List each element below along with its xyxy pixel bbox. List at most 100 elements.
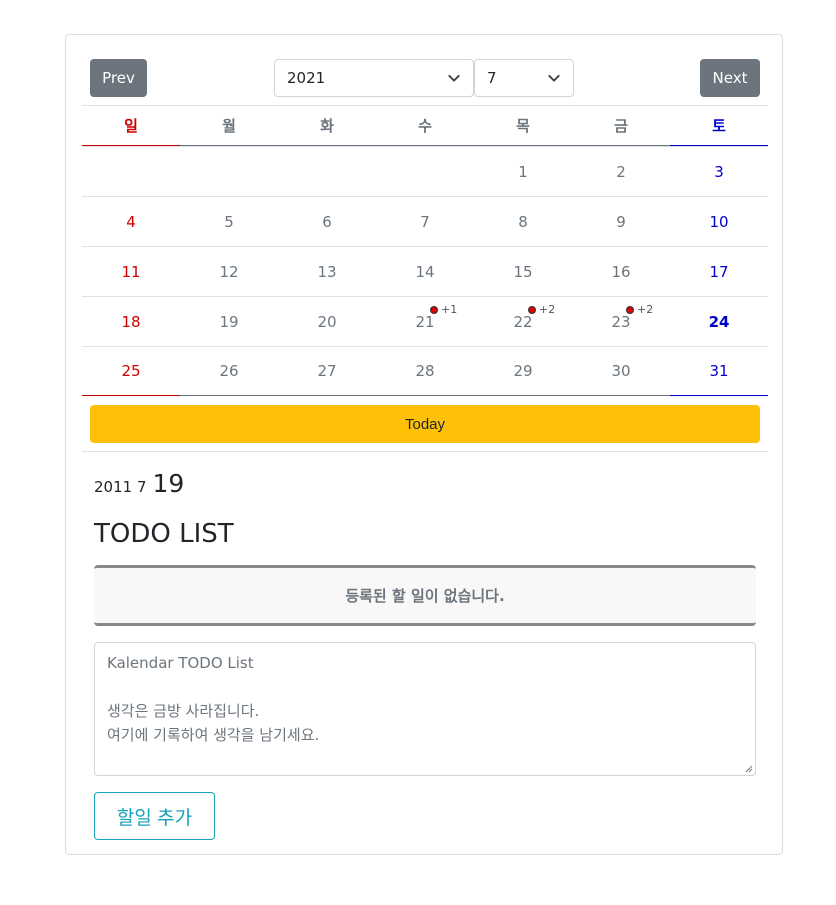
calendar-day[interactable]: 11 xyxy=(82,247,180,296)
weekday-thu: 목 xyxy=(516,117,530,135)
month-select-value: 7 xyxy=(487,69,497,87)
calendar-day[interactable]: 16 xyxy=(572,247,670,296)
calendar-day[interactable]: 9 xyxy=(572,197,670,246)
calendar-empty-cell xyxy=(376,147,474,196)
day-number: 15 xyxy=(513,262,533,281)
calendar-day[interactable]: 31 xyxy=(670,347,768,396)
day-number: 2 xyxy=(616,162,626,181)
event-indicator: +2 xyxy=(528,303,555,316)
calendar-day[interactable]: 2 xyxy=(572,147,670,196)
placeholder-line xyxy=(107,675,743,699)
weekday-tue: 화 xyxy=(320,117,334,135)
day-number: 14 xyxy=(415,262,435,281)
event-count: +2 xyxy=(539,303,556,316)
calendar-day[interactable]: 28 xyxy=(376,347,474,395)
calendar-day[interactable]: 12 xyxy=(180,247,278,296)
day-number: 26 xyxy=(219,362,239,380)
day-number: 16 xyxy=(611,262,631,281)
resize-handle-icon[interactable] xyxy=(743,763,753,773)
day-number: 1 xyxy=(518,162,528,181)
day-number: 19 xyxy=(219,312,239,331)
weekday-wed: 수 xyxy=(418,117,432,135)
month-select[interactable]: 7 xyxy=(474,59,574,97)
todo-empty-message: 등록된 할 일이 없습니다. xyxy=(94,565,756,626)
calendar-empty-cell xyxy=(82,147,180,196)
calendar-day[interactable]: 20 xyxy=(278,297,376,346)
day-number: 31 xyxy=(709,362,729,380)
event-indicator: +2 xyxy=(626,303,653,316)
selected-day: 19 xyxy=(152,469,185,498)
calendar-day[interactable]: 22 +2 xyxy=(474,297,572,346)
day-number: 17 xyxy=(709,262,729,281)
event-dot-icon xyxy=(430,305,438,314)
day-number: 7 xyxy=(420,212,430,231)
calendar-day[interactable]: 10 xyxy=(670,197,768,246)
day-number: 11 xyxy=(121,262,141,281)
calendar-week-row: 11 12 13 14 15 16 17 xyxy=(82,246,768,296)
calendar-day[interactable]: 1 xyxy=(474,147,572,196)
weekday-sat: 토 xyxy=(670,106,768,146)
next-button[interactable]: Next xyxy=(700,59,760,97)
calendar-day[interactable]: 7 xyxy=(376,197,474,246)
day-number: 10 xyxy=(709,212,729,231)
todo-input[interactable]: Kalendar TODO List 생각은 금방 사라집니다. 여기에 기록하… xyxy=(94,642,756,776)
add-todo-button[interactable]: 할일 추가 xyxy=(94,792,215,840)
calendar-day[interactable]: 21 +1 xyxy=(376,297,474,346)
calendar-day[interactable]: 15 xyxy=(474,247,572,296)
calendar-day[interactable]: 3 xyxy=(670,147,768,196)
calendar-day[interactable]: 24 xyxy=(670,297,768,346)
calendar-card: Prev 2021 7 Next 일 월 화 수 목 금 토 123456789… xyxy=(65,34,783,855)
selected-date: 2011 7 19 xyxy=(94,469,184,498)
weekday-mon: 월 xyxy=(222,117,236,135)
day-number: 24 xyxy=(708,312,730,331)
day-number: 3 xyxy=(714,162,724,181)
weekday-fri: 금 xyxy=(614,117,628,135)
year-select-value: 2021 xyxy=(287,69,326,87)
calendar-week-row: 1 2 3 xyxy=(82,146,768,196)
day-number: 29 xyxy=(513,362,533,380)
day-number: 27 xyxy=(317,362,337,380)
calendar-day[interactable]: 18 xyxy=(82,297,180,346)
calendar-day[interactable]: 5 xyxy=(180,197,278,246)
placeholder-line: Kalendar TODO List xyxy=(107,654,254,672)
prev-button[interactable]: Prev xyxy=(90,59,147,97)
year-select[interactable]: 2021 xyxy=(274,59,474,97)
day-number: 12 xyxy=(219,262,239,281)
day-number: 9 xyxy=(616,212,626,231)
calendar-day[interactable]: 14 xyxy=(376,247,474,296)
event-count: +1 xyxy=(441,303,458,316)
calendar-empty-cell xyxy=(180,147,278,196)
weekday-sun: 일 xyxy=(82,106,180,146)
today-button[interactable]: Today xyxy=(90,405,760,443)
calendar-day[interactable]: 8 xyxy=(474,197,572,246)
day-number: 28 xyxy=(415,362,435,380)
calendar-day[interactable]: 29 xyxy=(474,347,572,395)
calendar-day[interactable]: 4 xyxy=(82,197,180,246)
calendar-day[interactable]: 13 xyxy=(278,247,376,296)
divider xyxy=(82,451,768,452)
event-dot-icon xyxy=(626,305,634,314)
day-number: 6 xyxy=(322,212,332,231)
calendar-day[interactable]: 6 xyxy=(278,197,376,246)
calendar-day[interactable]: 19 xyxy=(180,297,278,346)
calendar-week-row: 4 5 6 7 8 9 10 xyxy=(82,196,768,246)
calendar-day[interactable]: 17 xyxy=(670,247,768,296)
calendar-day[interactable]: 26 xyxy=(180,347,278,395)
calendar-day[interactable]: 27 xyxy=(278,347,376,395)
weekday-header: 일 월 화 수 목 금 토 xyxy=(82,105,768,146)
todo-title: TODO LIST xyxy=(94,519,234,549)
placeholder-line: 생각은 금방 사라집니다. xyxy=(107,702,260,720)
calendar-day[interactable]: 23 +2 xyxy=(572,297,670,346)
event-dot-icon xyxy=(528,305,536,314)
day-number: 18 xyxy=(121,312,141,331)
day-number: 5 xyxy=(224,212,234,231)
chevron-down-icon xyxy=(548,74,560,82)
calendar-day[interactable]: 30 xyxy=(572,347,670,395)
day-number: 4 xyxy=(126,212,136,231)
calendar-day[interactable]: 25 xyxy=(82,347,180,396)
day-number: 30 xyxy=(611,362,631,380)
selected-year-month: 2011 7 xyxy=(94,478,147,496)
calendar-week-row: 18 19 20 21 +1 22 +2 23 +2 24 xyxy=(82,296,768,346)
chevron-down-icon xyxy=(448,74,460,82)
day-number: 8 xyxy=(518,212,528,231)
